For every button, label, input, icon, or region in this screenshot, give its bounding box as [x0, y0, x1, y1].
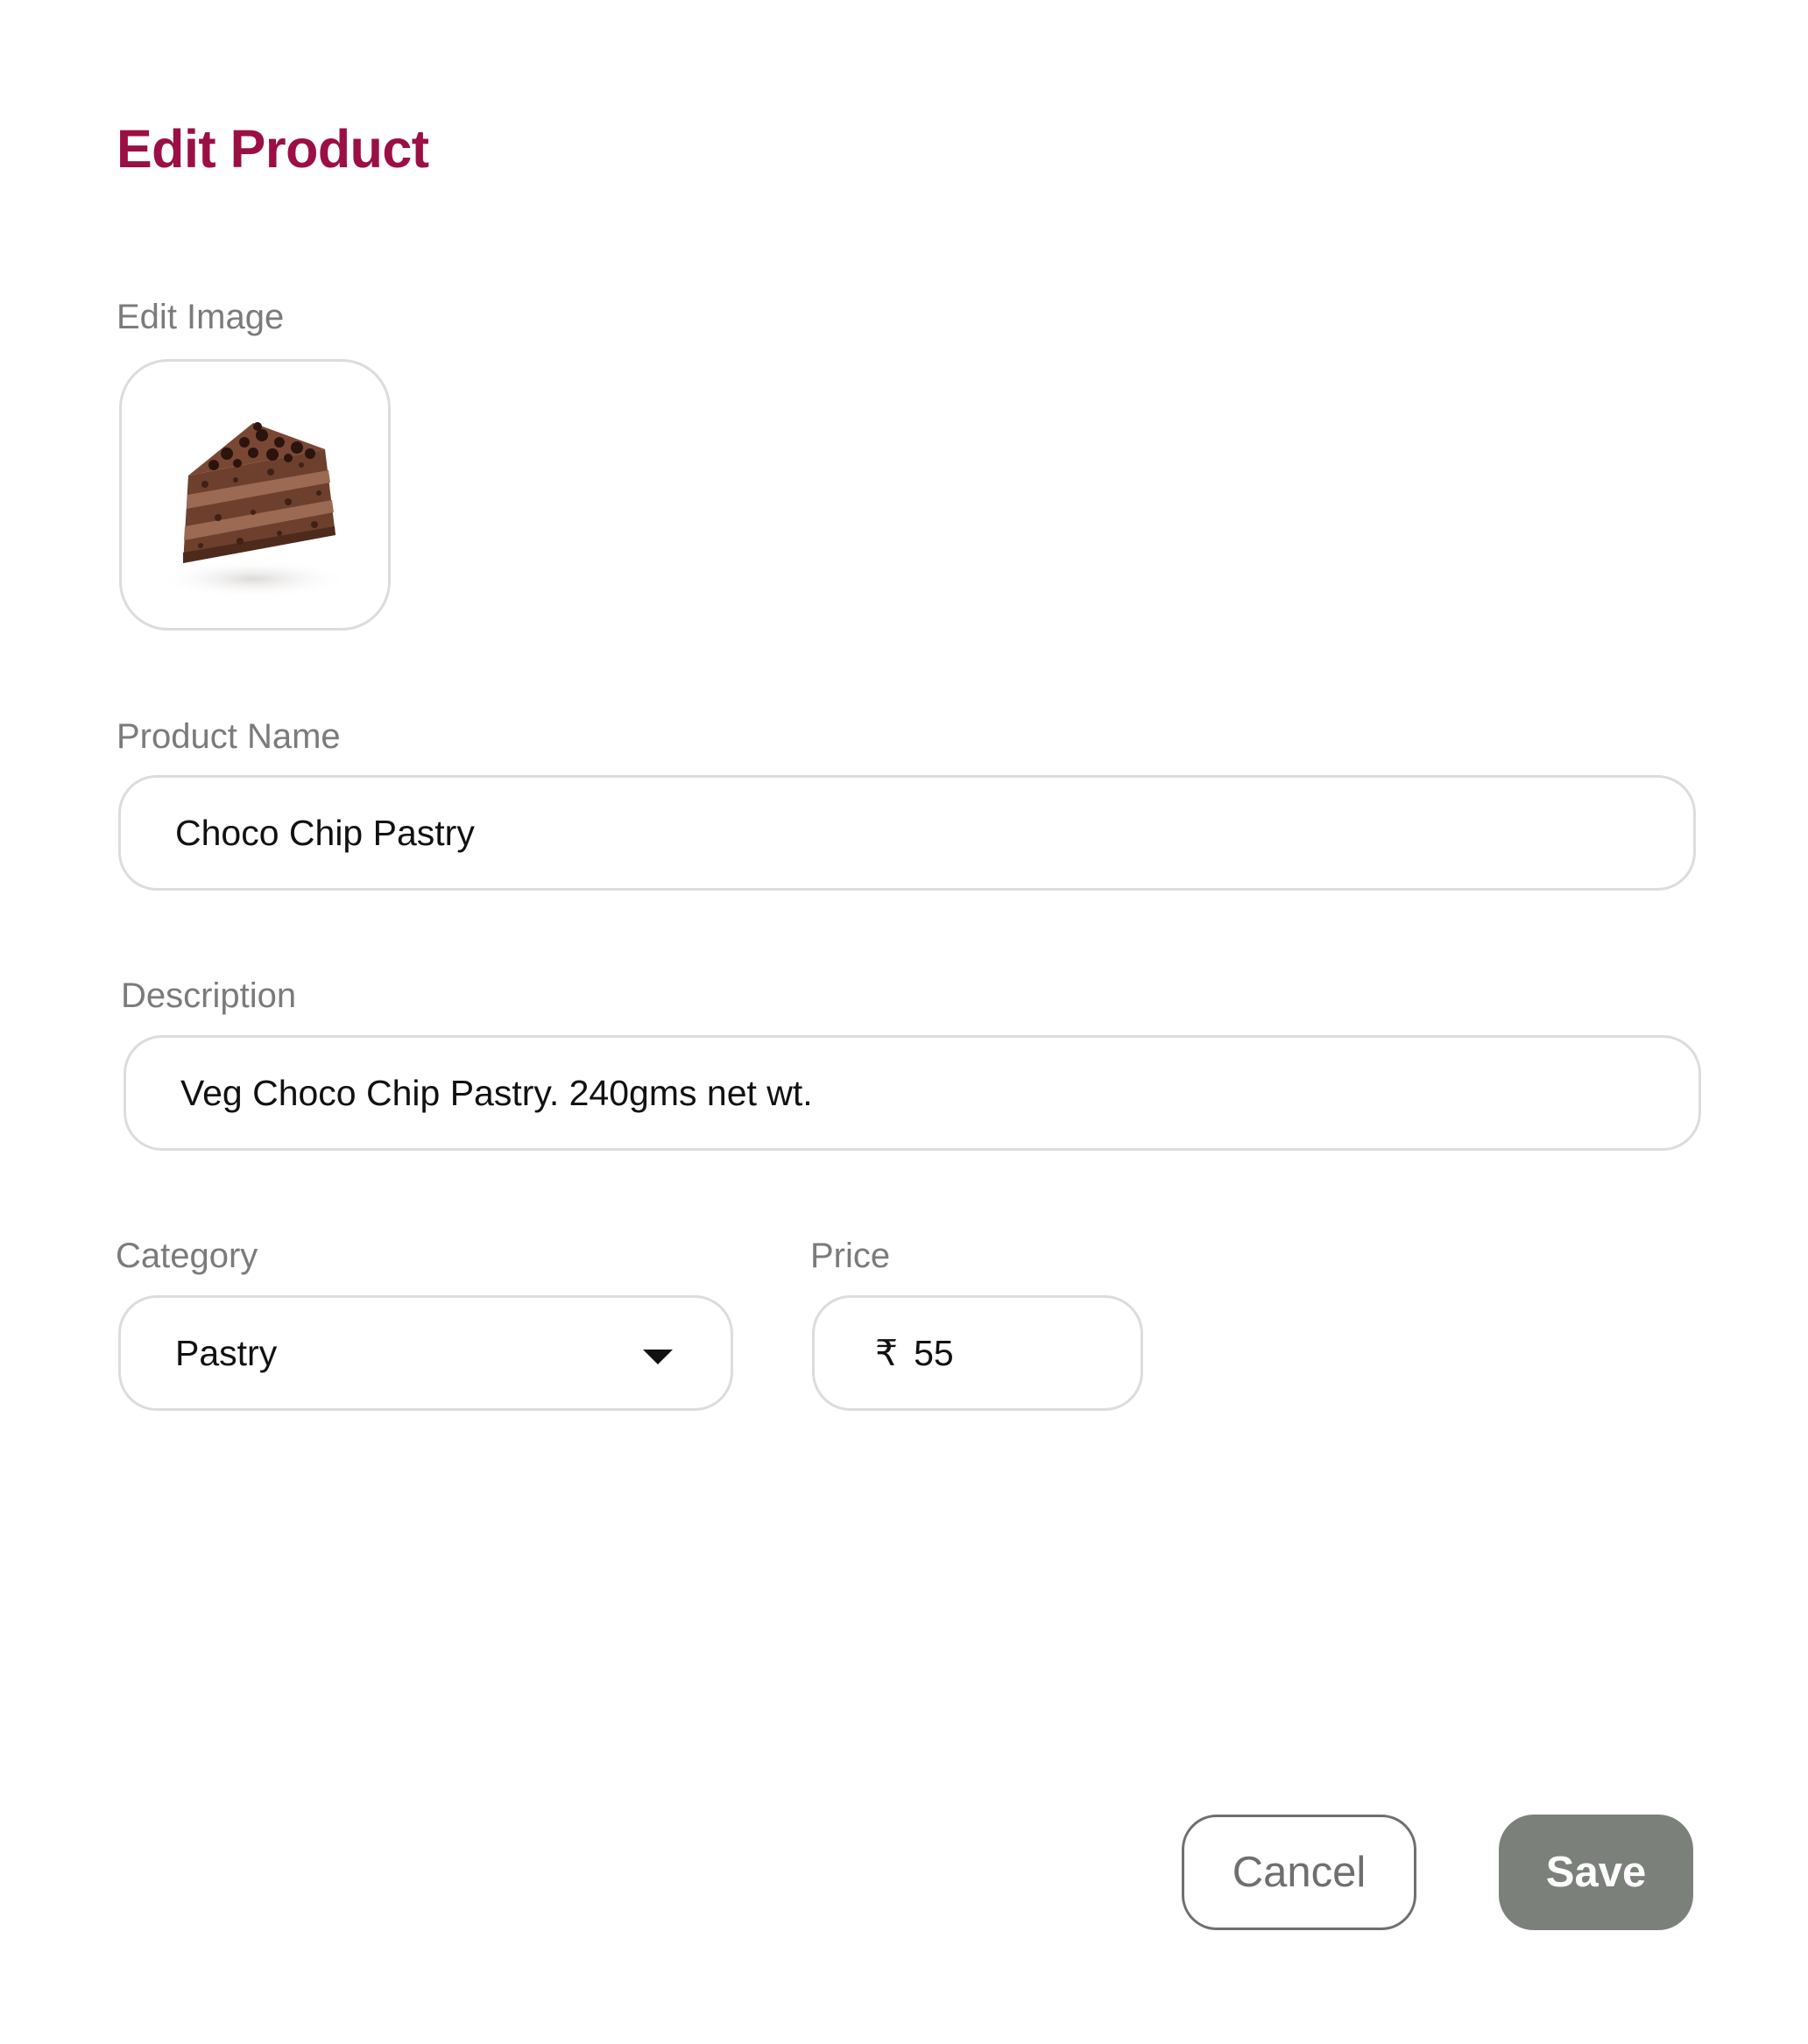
product-image-picker[interactable] — [119, 359, 391, 631]
price-field[interactable]: ₹ 55 — [812, 1295, 1143, 1411]
save-button[interactable]: Save — [1499, 1815, 1693, 1930]
edit-product-dialog: Edit Product Edit Image Product Name Cho… — [0, 0, 1808, 2044]
price-label: Price — [810, 1237, 891, 1275]
product-name-field[interactable]: Choco Chip Pastry — [118, 775, 1696, 891]
description-label: Description — [121, 976, 297, 1015]
page-title: Edit Product — [117, 119, 429, 179]
cancel-button[interactable]: Cancel — [1182, 1815, 1416, 1930]
description-value: Veg Choco Chip Pastry. 240gms net wt. — [180, 1072, 813, 1113]
category-value: Pastry — [175, 1332, 278, 1373]
product-image — [157, 422, 350, 598]
edit-image-label: Edit Image — [117, 298, 285, 336]
price-value: 55 — [914, 1332, 954, 1373]
caret-down-icon[interactable] — [643, 1350, 673, 1364]
category-label: Category — [116, 1237, 258, 1275]
category-select[interactable]: Pastry — [118, 1295, 733, 1411]
product-name-value: Choco Chip Pastry — [175, 812, 475, 853]
description-field[interactable]: Veg Choco Chip Pastry. 240gms net wt. — [124, 1035, 1701, 1151]
product-name-label: Product Name — [117, 717, 341, 756]
rupee-icon: ₹ — [875, 1332, 899, 1374]
